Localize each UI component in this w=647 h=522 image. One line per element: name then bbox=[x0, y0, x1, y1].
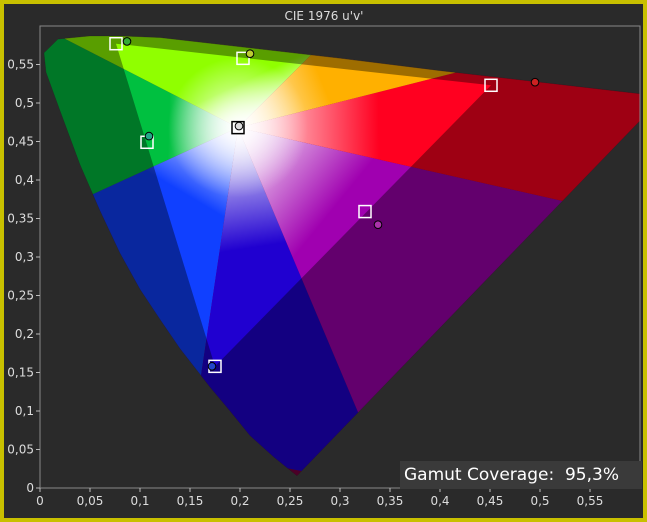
y-tick-label: 0,45 bbox=[7, 135, 34, 149]
x-axis: 0 0,05 0,1 0,15 0,2 0,25 0,3 0,35 0,4 0,45 0,5 0,55 bbox=[36, 488, 603, 508]
measured-cyan-marker bbox=[144, 131, 154, 141]
y-tick-label: 0,3 bbox=[15, 250, 34, 264]
x-tick-label: 0,45 bbox=[477, 494, 504, 508]
cie-chart: CIE 1976 u'v' 0 0,05 0,1 0,15 0,2 0,25 0,3 0,35… bbox=[7, 9, 641, 508]
y-tick-label: 0,25 bbox=[7, 289, 34, 303]
x-tick-label: 0,2 bbox=[230, 494, 249, 508]
measured-green-marker bbox=[122, 37, 132, 46]
measured-white-marker bbox=[234, 121, 244, 131]
x-tick-label: 0,25 bbox=[277, 494, 304, 508]
y-tick-label: 0,55 bbox=[7, 58, 34, 72]
x-tick-label: 0,5 bbox=[530, 494, 549, 508]
coverage-value: 95,3% bbox=[564, 465, 619, 485]
x-tick-label: 0,35 bbox=[377, 494, 404, 508]
measured-red-marker bbox=[530, 77, 540, 87]
gamut-coverage-box: Gamut Coverage: 95,3% bbox=[400, 461, 642, 489]
x-tick-label: 0,4 bbox=[430, 494, 449, 508]
y-tick-label: 0,15 bbox=[7, 366, 34, 380]
x-tick-label: 0,3 bbox=[330, 494, 349, 508]
y-tick-label: 0,4 bbox=[15, 173, 34, 187]
y-tick-label: 0,35 bbox=[7, 212, 34, 226]
x-tick-label: 0,1 bbox=[130, 494, 149, 508]
chart-frame: CIE 1976 u'v' 0 0,05 0,1 0,15 0,2 0,25 0,3 0,35… bbox=[4, 4, 643, 518]
chart-title: CIE 1976 u'v' bbox=[285, 9, 364, 23]
measured-yellow-marker bbox=[245, 49, 255, 59]
x-tick-label: 0,15 bbox=[177, 494, 204, 508]
coverage-label: Gamut Coverage: bbox=[404, 465, 555, 485]
y-tick-label: 0 bbox=[26, 481, 34, 495]
y-tick-label: 0,05 bbox=[7, 443, 34, 457]
x-tick-label: 0 bbox=[36, 494, 44, 508]
y-tick-label: 0,2 bbox=[15, 327, 34, 341]
x-tick-label: 0,05 bbox=[77, 494, 104, 508]
y-axis: 0 0,05 0,1 0,15 0,2 0,25 0,3 0,35 0,4 0,45 0,5 0,55 bbox=[7, 58, 40, 495]
measured-blue-marker bbox=[207, 362, 217, 371]
y-tick-label: 0,5 bbox=[15, 96, 34, 110]
y-tick-label: 0,1 bbox=[15, 404, 34, 418]
x-tick-label: 0,55 bbox=[577, 494, 604, 508]
measured-magenta-marker bbox=[373, 220, 383, 229]
